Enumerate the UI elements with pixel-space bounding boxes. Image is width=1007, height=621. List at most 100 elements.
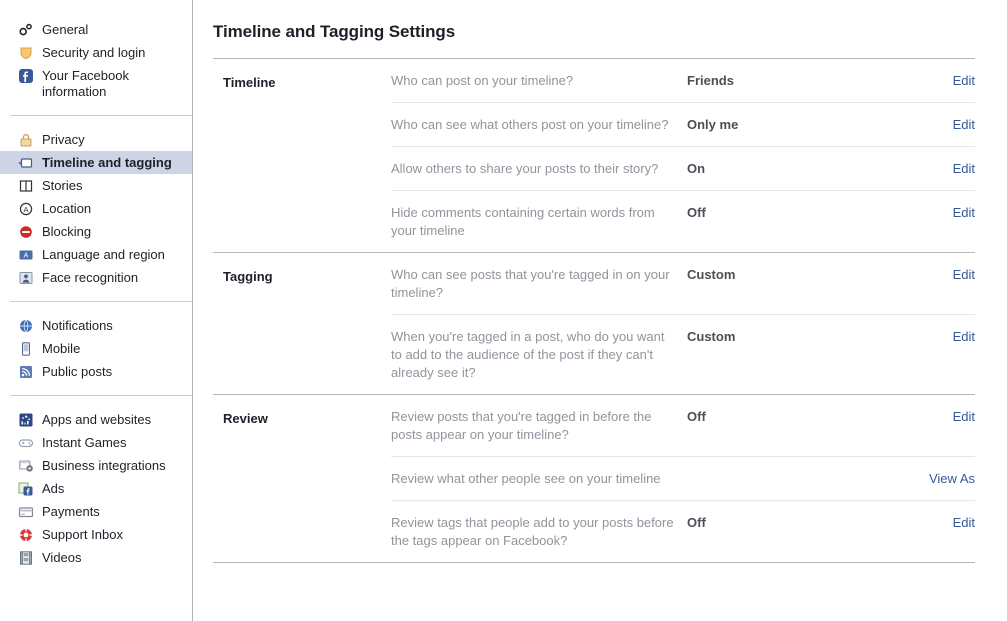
sidebar-divider: [10, 395, 192, 396]
setting-question: Allow others to share your posts to thei…: [391, 161, 659, 176]
setting-question: Who can see what others post on your tim…: [391, 117, 669, 132]
svg-text:A: A: [24, 253, 29, 260]
section-rows: Review posts that you're tagged in befor…: [391, 395, 975, 562]
settings-row: Review what other people see on your tim…: [391, 456, 975, 500]
settings-section: Tagging Who can see posts that you're tag…: [213, 252, 975, 394]
sidebar-item-label: Apps and websites: [42, 412, 152, 427]
view-as-link[interactable]: View As: [905, 470, 975, 488]
settings-page: General Security and login Your Facebook i…: [0, 0, 1007, 621]
film-icon: [18, 550, 34, 566]
facebook-icon: [18, 68, 34, 84]
sidebar-item-label: Mobile: [42, 341, 81, 356]
settings-row: Review posts that you're tagged in befor…: [391, 395, 975, 456]
setting-value: Custom: [687, 267, 736, 282]
section-label: Tagging: [223, 269, 273, 284]
sidebar-item-location[interactable]: A Location: [0, 197, 192, 220]
block-icon: [18, 224, 34, 240]
sidebar-item-your-facebook-information[interactable]: Your Facebook information: [0, 64, 192, 103]
sidebar-item-public-posts[interactable]: Public posts: [0, 360, 192, 383]
sidebar-item-ads[interactable]: Ads: [0, 477, 192, 500]
section-rows: Who can post on your timeline? Friends Edi…: [391, 59, 975, 252]
sidebar-item-label: Instant Games: [42, 435, 127, 450]
settings-row: Who can see what others post on your tim…: [391, 102, 975, 146]
setting-value: Only me: [687, 117, 739, 132]
sidebar-group: Privacy Timeline and tagging Stories A Locat…: [0, 128, 192, 289]
mobile-icon: [18, 341, 34, 357]
setting-value: Friends: [687, 73, 734, 88]
sidebar-group: Apps and websites Instant Games Business i…: [0, 408, 192, 569]
setting-question: When you're tagged in a post, who do you…: [391, 329, 665, 380]
sidebar-item-support-inbox[interactable]: Support Inbox: [0, 523, 192, 546]
settings-row: Review tags that people add to your post…: [391, 500, 975, 562]
timeline-icon: [18, 155, 34, 171]
section-rows: Who can see posts that you're tagged in …: [391, 253, 975, 394]
sidebar-item-label: Stories: [42, 178, 83, 193]
edit-link[interactable]: Edit: [905, 72, 975, 90]
edit-link[interactable]: Edit: [905, 266, 975, 284]
setting-value: Off: [687, 515, 706, 530]
setting-value: Off: [687, 205, 706, 220]
lifering-icon: [18, 527, 34, 543]
sidebar-divider: [10, 301, 192, 302]
settings-section: Timeline Who can post on your timeline? Fr…: [213, 59, 975, 252]
sidebar-group: Notifications Mobile Public posts: [0, 314, 192, 383]
sidebar-item-business-integrations[interactable]: Business integrations: [0, 454, 192, 477]
edit-link[interactable]: Edit: [905, 408, 975, 426]
sidebar-item-language-and-region[interactable]: A Language and region: [0, 243, 192, 266]
sidebar-item-label: Privacy: [42, 132, 85, 147]
section-label: Timeline: [223, 75, 276, 90]
edit-link[interactable]: Edit: [905, 204, 975, 222]
setting-question: Review tags that people add to your post…: [391, 515, 674, 548]
language-icon: A: [18, 247, 34, 263]
settings-row: Allow others to share your posts to thei…: [391, 146, 975, 190]
sidebar-item-label: Location: [42, 201, 92, 216]
edit-link[interactable]: Edit: [905, 160, 975, 178]
setting-value: Off: [687, 409, 706, 424]
sidebar-item-face-recognition[interactable]: Face recognition: [0, 266, 192, 289]
sidebar-divider: [10, 115, 192, 116]
setting-question: Review posts that you're tagged in befor…: [391, 409, 652, 442]
setting-question: Who can post on your timeline?: [391, 73, 574, 88]
apps-icon: [18, 412, 34, 428]
edit-link[interactable]: Edit: [905, 328, 975, 346]
sidebar-item-videos[interactable]: Videos: [0, 546, 192, 569]
sidebar-item-general[interactable]: General: [0, 18, 192, 41]
sidebar-item-label: Public posts: [42, 364, 113, 379]
globe-icon: [18, 318, 34, 334]
sidebar-item-blocking[interactable]: Blocking: [0, 220, 192, 243]
settings-table: Timeline Who can post on your timeline? Fr…: [213, 58, 975, 563]
section-label: Review: [223, 411, 268, 426]
sidebar-item-payments[interactable]: Payments: [0, 500, 192, 523]
sidebar-item-instant-games[interactable]: Instant Games: [0, 431, 192, 454]
svg-text:A: A: [23, 205, 28, 214]
sidebar-item-label: Videos: [42, 550, 82, 565]
setting-value: On: [687, 161, 706, 176]
sidebar-item-label: Blocking: [42, 224, 92, 239]
sidebar-item-label: Ads: [42, 481, 65, 496]
ads-icon: [18, 481, 34, 497]
business-gear-icon: [18, 458, 34, 474]
sidebar-item-apps-and-websites[interactable]: Apps and websites: [0, 408, 192, 431]
sidebar-item-notifications[interactable]: Notifications: [0, 314, 192, 337]
sidebar-item-stories[interactable]: Stories: [0, 174, 192, 197]
settings-section: Review Review posts that you're tagged in…: [213, 394, 975, 562]
book-icon: [18, 178, 34, 194]
settings-row: Who can post on your timeline? Friends Edi…: [391, 59, 975, 102]
sidebar-item-label: Language and region: [42, 247, 165, 262]
edit-link[interactable]: Edit: [905, 116, 975, 134]
sidebar-item-timeline-and-tagging[interactable]: Timeline and tagging: [0, 151, 192, 174]
sidebar-item-label: Payments: [42, 504, 100, 519]
settings-sidebar: General Security and login Your Facebook i…: [0, 0, 193, 621]
sidebar-group: General Security and login Your Facebook i…: [0, 18, 192, 103]
sidebar-item-label: Timeline and tagging: [42, 155, 172, 170]
sidebar-item-privacy[interactable]: Privacy: [0, 128, 192, 151]
sidebar-item-security-and-login[interactable]: Security and login: [0, 41, 192, 64]
sidebar-item-label: Face recognition: [42, 270, 139, 285]
setting-question: Review what other people see on your tim…: [391, 471, 661, 486]
edit-link[interactable]: Edit: [905, 514, 975, 532]
shield-icon: [18, 45, 34, 61]
page-title: Timeline and Tagging Settings: [213, 22, 456, 41]
gears-icon: [18, 22, 34, 38]
gamepad-icon: [18, 435, 34, 451]
sidebar-item-mobile[interactable]: Mobile: [0, 337, 192, 360]
